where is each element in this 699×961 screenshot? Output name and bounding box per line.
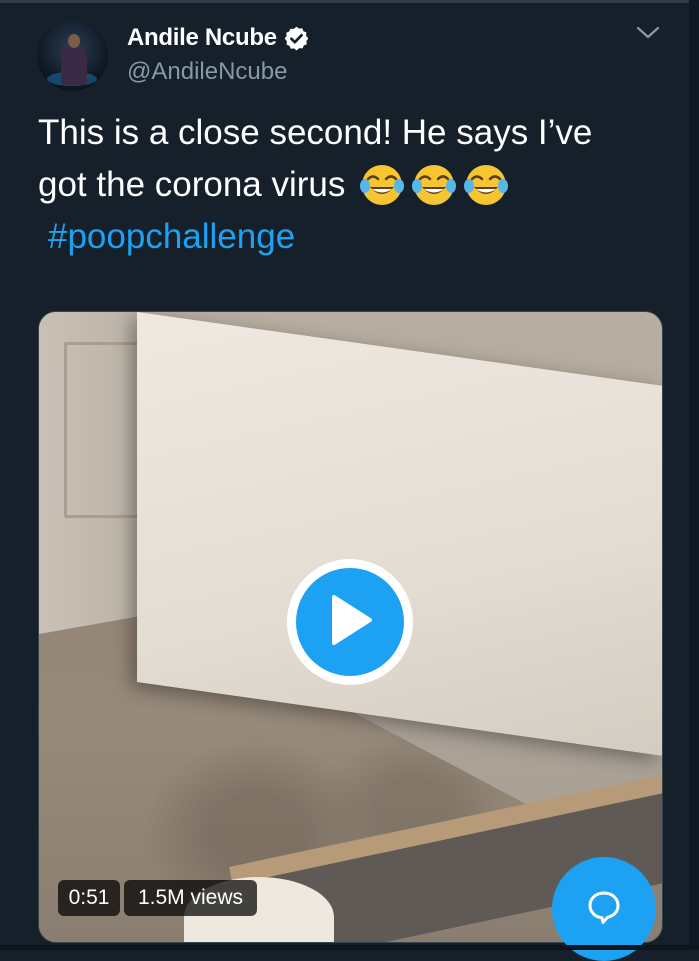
hashtag-link[interactable]: #poopchallenge: [48, 217, 295, 256]
tweet-text: This is a close second! He says I’ve got…: [38, 107, 678, 263]
right-edge: [689, 0, 699, 950]
author-name-row[interactable]: Andile Ncube: [127, 24, 310, 52]
play-button-fill[interactable]: [296, 568, 404, 676]
video-duration-badge: 0:51: [58, 880, 120, 916]
tweet-text-line-1: This is a close second! He says I’ve: [38, 113, 593, 152]
chevron-down-icon[interactable]: [634, 22, 662, 44]
face-with-tears-of-joy-icon: [463, 162, 509, 208]
face-with-tears-of-joy-icon: [411, 162, 457, 208]
face-with-tears-of-joy-icon: [359, 162, 405, 208]
video-frame-door: [137, 312, 662, 756]
bottom-edge: [0, 945, 699, 950]
verified-badge-icon: [283, 25, 310, 52]
video-views-badge: 1.5M views: [124, 880, 257, 916]
speech-bubble-icon: [584, 887, 624, 932]
avatar-figure-body: [61, 47, 87, 85]
top-divider: [0, 0, 699, 3]
avatar-figure-head: [68, 34, 80, 48]
avatar[interactable]: [37, 20, 108, 91]
tweet-text-line-2-text: got the corona virus: [38, 165, 346, 204]
display-name[interactable]: Andile Ncube: [127, 24, 277, 52]
tweet-text-line-3: #poopchallenge: [38, 211, 678, 263]
play-button[interactable]: [287, 559, 413, 685]
tweet-text-line-2: got the corona virus: [38, 159, 678, 211]
video-frame-door-panel: [64, 342, 140, 518]
user-handle[interactable]: @AndileNcube: [127, 58, 287, 86]
play-icon: [326, 593, 374, 652]
